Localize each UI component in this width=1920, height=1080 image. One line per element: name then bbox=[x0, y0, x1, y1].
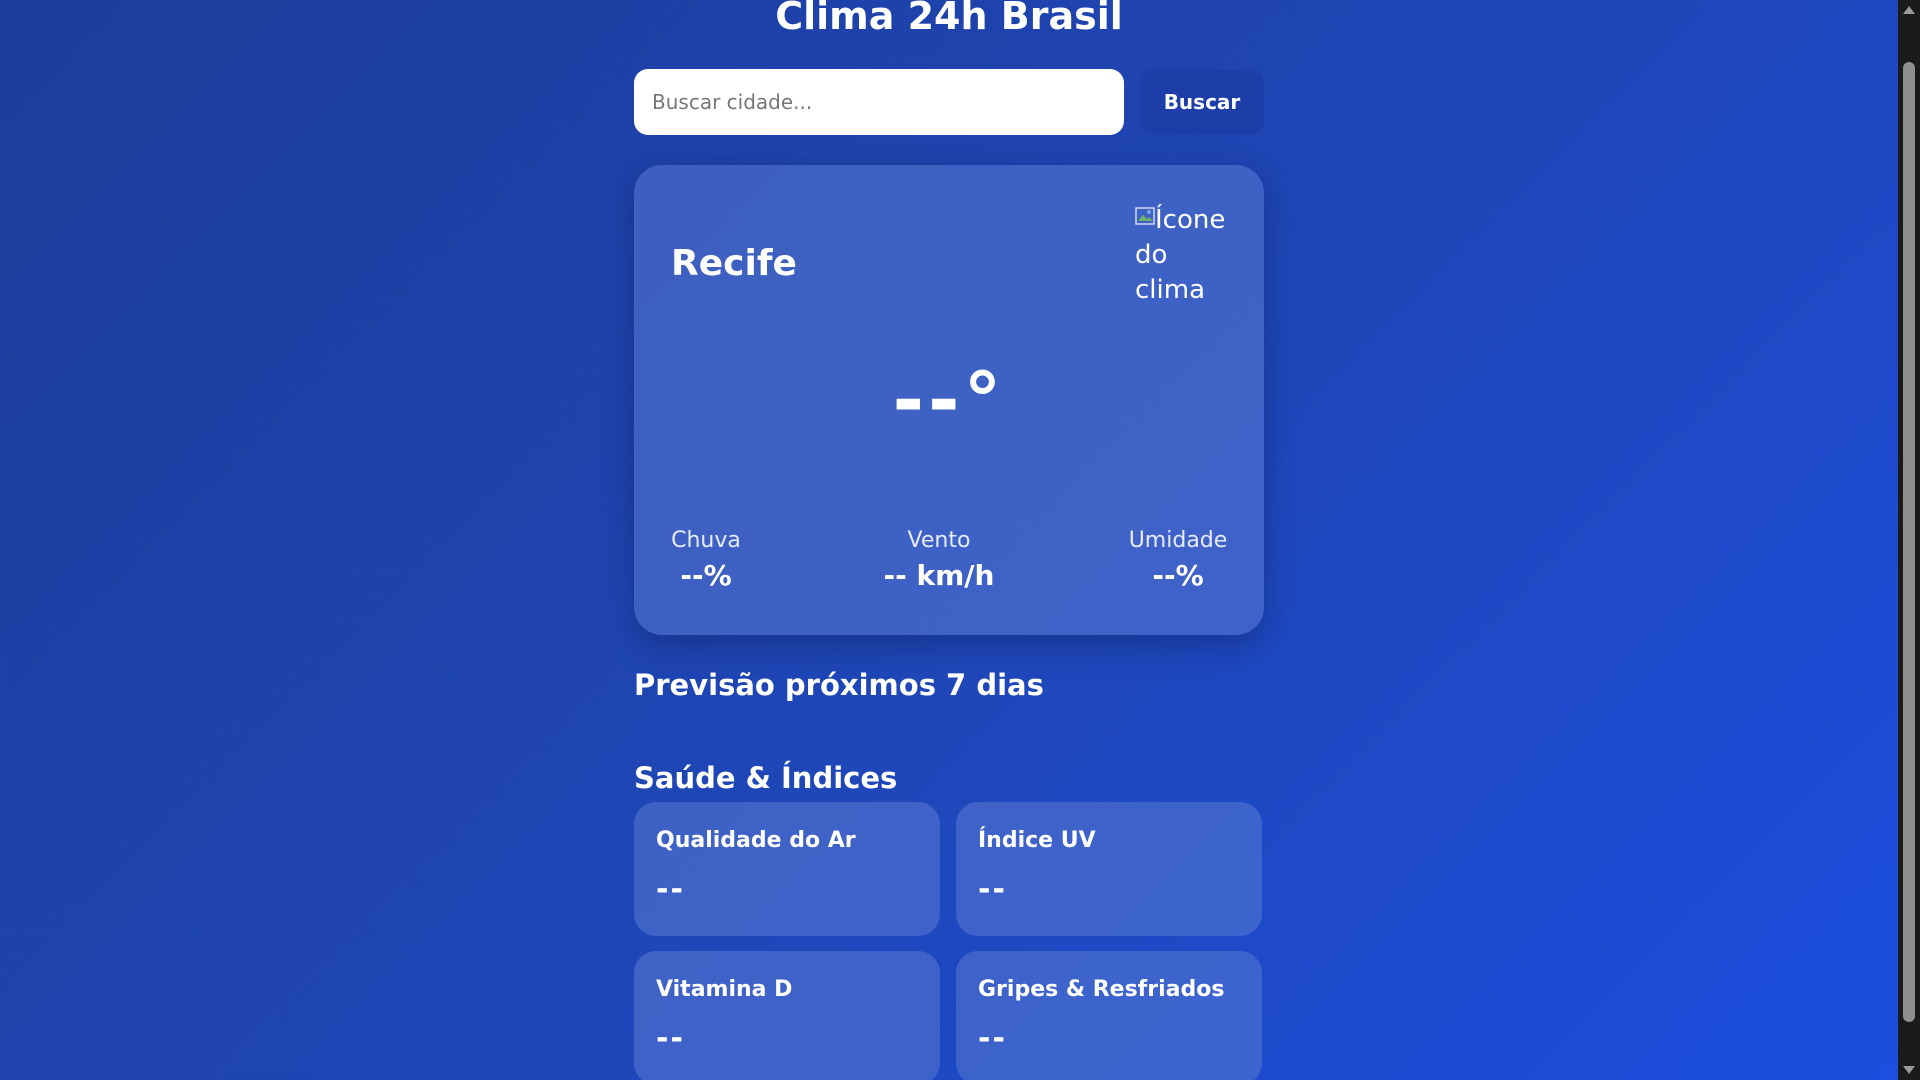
app-title: Clima 24h Brasil bbox=[775, 0, 1123, 38]
page: Clima 24h Brasil Buscar Recife Ícone do … bbox=[0, 0, 1898, 1080]
flu-cold-card: Gripes & Resfriados -- bbox=[956, 951, 1262, 1080]
scrollbar-thumb[interactable] bbox=[1903, 62, 1915, 1022]
flu-cold-value: -- bbox=[978, 1021, 1007, 1056]
temperature: --° bbox=[892, 355, 1006, 444]
forecast-title: Previsão próximos 7 dias bbox=[634, 668, 1044, 702]
search-input[interactable] bbox=[634, 69, 1124, 135]
vitamin-d-card: Vitamina D -- bbox=[634, 951, 940, 1080]
search-button[interactable]: Buscar bbox=[1140, 69, 1264, 135]
air-quality-value: -- bbox=[656, 872, 685, 907]
humidity-label: Umidade bbox=[1128, 528, 1228, 553]
uv-index-value: -- bbox=[978, 872, 1007, 907]
scroll-up-arrow-icon[interactable] bbox=[1903, 6, 1915, 14]
humidity-value: --% bbox=[1152, 559, 1204, 592]
vertical-scrollbar[interactable] bbox=[1898, 0, 1920, 1080]
rain-value: --% bbox=[680, 559, 732, 592]
health-title: Saúde & Índices bbox=[634, 761, 898, 795]
flu-cold-label: Gripes & Resfriados bbox=[978, 977, 1225, 1002]
city-name: Recife bbox=[671, 243, 797, 284]
scroll-down-arrow-icon[interactable] bbox=[1903, 1066, 1915, 1074]
wind-value: -- km/h bbox=[883, 559, 995, 592]
vitamin-d-label: Vitamina D bbox=[656, 977, 793, 1002]
air-quality-card: Qualidade do Ar -- bbox=[634, 802, 940, 936]
humidity-stat: Umidade --% bbox=[1128, 528, 1228, 592]
current-weather-card: Recife Ícone do clima --° Chuva --% Vent… bbox=[634, 165, 1264, 635]
uv-index-label: Índice UV bbox=[978, 828, 1096, 853]
wind-stat: Vento -- km/h bbox=[869, 528, 1009, 592]
rain-label: Chuva bbox=[671, 528, 741, 553]
uv-index-card: Índice UV -- bbox=[956, 802, 1262, 936]
broken-image-icon bbox=[1135, 207, 1155, 225]
vitamin-d-value: -- bbox=[656, 1021, 685, 1056]
air-quality-label: Qualidade do Ar bbox=[656, 828, 856, 853]
rain-stat: Chuva --% bbox=[671, 528, 741, 592]
wind-label: Vento bbox=[907, 528, 971, 553]
weather-icon: Ícone do clima bbox=[1135, 203, 1235, 308]
